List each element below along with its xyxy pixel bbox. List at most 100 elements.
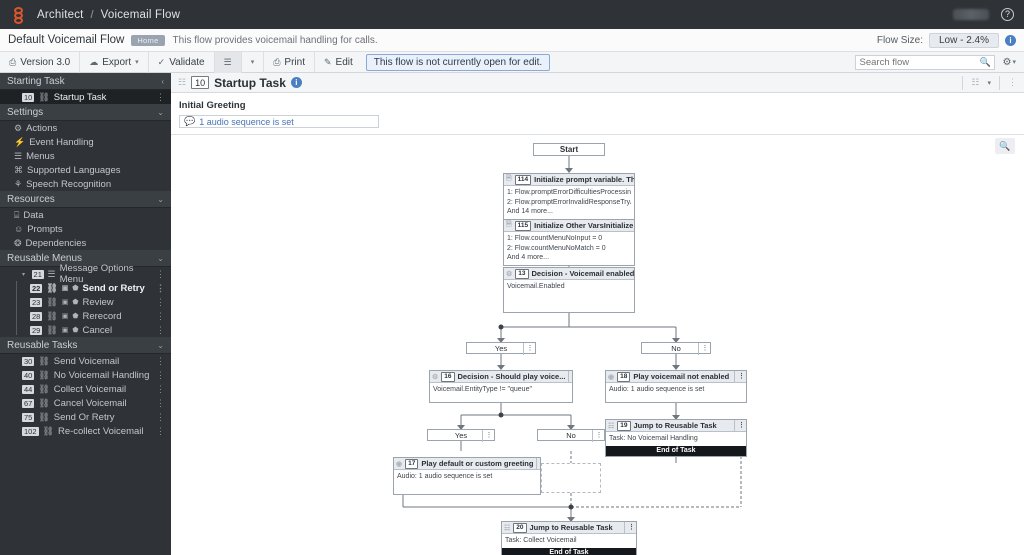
sidebar-item-speech-recognition[interactable]: ⚘ Speech Recognition [0,177,171,191]
sidebar-item-re-collect-voicemail[interactable]: 102 ⛓ Re-collect Voicemail ⋮ [0,424,171,438]
sidebar-item-cancel[interactable]: 29 ⛓ ▣ ⬟ Cancel ⋮ [0,323,171,337]
empty-branch-placeholder[interactable] [541,463,601,493]
flow-node-18[interactable]: ◉ 18 Play voicemail not enabled ⋮ Audio:… [605,370,747,403]
kebab-icon[interactable]: ⋮ [156,426,165,437]
sidebar-item-message-options-menu[interactable]: ▾ 21 ☰ Message Options Menu ⋮ [0,263,171,285]
sidebar-item-prompts[interactable]: ☺ Prompts [0,222,171,236]
sidebar-item-collect-voicemail[interactable]: 44 ⛓ Collect Voicemail ⋮ [0,382,171,396]
flow-node-13[interactable]: ⚙ 13 Decision - Voicemail enabled? ⋮ Voi… [503,267,635,313]
search-input[interactable] [859,56,980,68]
edit-lock-notice: This flow is not currently open for edit… [365,53,551,71]
kebab-icon[interactable]: ⋮ [592,430,604,442]
help-circle-icon[interactable]: ? [1001,8,1014,21]
branch-yes-16[interactable]: Yes ⋮ [427,429,495,442]
sidebar-item-menus[interactable]: ☰ Menus [0,149,171,163]
genesys-logo-icon[interactable] [10,6,28,24]
canvas-zoom-button[interactable]: 🔍 [995,138,1015,154]
start-node[interactable]: Start [533,143,605,156]
kebab-icon[interactable]: ⋮ [156,297,165,308]
list-view-dropdown[interactable]: ▾ [242,51,265,73]
kebab-icon[interactable]: ⋮ [698,343,710,355]
node-header[interactable]: ⚙ 13 Decision - Voicemail enabled? ⋮ [504,268,634,280]
sidebar-item-send-or-retry[interactable]: 75 ⛓ Send Or Retry ⋮ [0,410,171,424]
breadcrumb-page-name[interactable]: Voicemail Flow [101,9,181,21]
chevron-down-icon[interactable]: ⌄ [157,195,164,204]
flow-node-19[interactable]: ☷ 19 Jump to Reusable Task ⋮ Task: No Vo… [605,419,747,457]
flow-toolbar: ⎙ Version 3.0 ☁ Export ▾ ✓ Validate ☰ ▾ … [0,51,1024,73]
version-button[interactable]: ⎙ Version 3.0 [0,51,81,73]
kebab-icon[interactable]: ⋮ [156,92,165,103]
node-header[interactable]: 🗎 114 Initialize prompt variable. Th... … [504,174,634,186]
sidebar-item-rerecord[interactable]: 28 ⛓ ▣ ⬟ Rerecord ⋮ [0,309,171,323]
node-header[interactable]: ◉ 17 Play default or custom greeting ⋮ [394,458,540,470]
chevron-left-icon[interactable]: ‹ [161,77,164,86]
flow-canvas[interactable]: 🔍 Start 🗎 114 Initialize prompt variable… [171,135,1024,555]
validate-button[interactable]: ✓ Validate [149,51,215,73]
sidebar-item-review[interactable]: 23 ⛓ ▣ ⬟ Review ⋮ [0,295,171,309]
kebab-icon[interactable]: ⋮ [624,522,635,533]
kebab-icon[interactable]: ⋮ [156,398,165,409]
list-view-button[interactable]: ☰ [214,51,242,73]
sidebar-section-reusable-tasks[interactable]: Reusable Tasks ⌄ [0,337,171,354]
chevron-down-icon[interactable]: ⌄ [157,108,164,117]
chevron-down-icon[interactable]: ▾ [22,271,28,278]
info-icon[interactable]: i [290,77,302,88]
sidebar-item-send-voicemail[interactable]: 30 ⛓ Send Voicemail ⋮ [0,354,171,368]
toolbar-settings-button[interactable]: ⚙ ▾ [999,57,1020,68]
kebab-icon[interactable]: ⋮ [734,420,745,431]
kebab-icon[interactable]: ⋮ [734,371,745,382]
sidebar-item-dependencies[interactable]: ❂ Dependencies [0,236,171,250]
search-icon[interactable]: 🔍 [980,57,991,68]
kebab-icon[interactable]: ⋮ [536,458,540,469]
kebab-icon[interactable]: ⋮ [156,269,165,280]
kebab-icon[interactable]: ⋮ [156,412,165,423]
kebab-icon[interactable]: ⋮ [568,371,572,382]
sidebar-item-no-voicemail-handling[interactable]: 40 ⛓ No Voicemail Handling ⋮ [0,368,171,382]
kebab-icon[interactable]: ⋮ [156,311,165,322]
kebab-icon[interactable]: ⋮ [156,283,165,294]
account-name-redacted[interactable] [953,9,989,20]
chevron-down-icon[interactable]: ▾ [987,79,991,87]
dtmf-icon: ▣ [61,327,69,334]
sidebar-section-resources[interactable]: Resources ⌄ [0,191,171,208]
kebab-icon[interactable]: ⋮ [1008,77,1017,88]
node-header[interactable]: ⚙ 16 Decision - Should play voice... ⋮ [430,371,572,383]
kebab-icon[interactable]: ⋮ [523,343,535,355]
initial-greeting-field[interactable]: 💬 1 audio sequence is set [179,115,379,128]
sidebar-item-supported-languages[interactable]: ⌘ Supported Languages [0,163,171,177]
export-button[interactable]: ☁ Export ▾ [80,51,149,73]
sidebar-item-startup-task[interactable]: 10 ⛓ Startup Task ⋮ [0,90,171,104]
breadcrumb-app-name[interactable]: Architect [37,9,84,21]
sidebar-item-cancel-voicemail[interactable]: 67 ⛓ Cancel Voicemail ⋮ [0,396,171,410]
chevron-down-icon[interactable]: ⌄ [157,254,164,263]
flow-node-17[interactable]: ◉ 17 Play default or custom greeting ⋮ A… [393,457,541,495]
sidebar-item-actions[interactable]: ⚙ Actions [0,121,171,135]
sidebar-item-data[interactable]: ⌸ Data [0,208,171,222]
branch-yes-13[interactable]: Yes ⋮ [466,342,536,355]
edit-button[interactable]: ✎ Edit [315,52,362,73]
node-header[interactable]: ☷ 20 Jump to Reusable Task ⋮ [502,522,636,534]
print-button[interactable]: ⎙ Print [264,51,315,73]
info-icon[interactable]: i [1005,34,1016,46]
sidebar-item-event-handling[interactable]: ⚡ Event Handling [0,135,171,149]
flow-node-20[interactable]: ☷ 20 Jump to Reusable Task ⋮ Task: Colle… [501,521,637,555]
node-header[interactable]: 🗎 115 Initialize Other VarsInitialize ..… [504,220,634,232]
flow-node-16[interactable]: ⚙ 16 Decision - Should play voice... ⋮ V… [429,370,573,403]
kebab-icon[interactable]: ⋮ [482,430,494,442]
flow-node-114[interactable]: 🗎 114 Initialize prompt variable. Th... … [503,173,635,220]
node-header[interactable]: ☷ 19 Jump to Reusable Task ⋮ [606,420,746,432]
kebab-icon[interactable]: ⋮ [156,356,165,367]
kebab-icon[interactable]: ⋮ [156,384,165,395]
sidebar-section-settings[interactable]: Settings ⌄ [0,104,171,121]
branch-no-16[interactable]: No ⋮ [537,429,605,442]
flow-node-115[interactable]: 🗎 115 Initialize Other VarsInitialize ..… [503,219,635,266]
node-header[interactable]: ◉ 18 Play voicemail not enabled ⋮ [606,371,746,383]
sidebar-section-starting-task[interactable]: Starting Task ‹ [0,73,171,90]
chevron-down-icon[interactable]: ⌄ [157,341,164,350]
flow-description: This flow provides voicemail handling fo… [172,34,378,46]
branch-no-13[interactable]: No ⋮ [641,342,711,355]
search-flow-box[interactable]: 🔍 [854,54,995,70]
kebab-icon[interactable]: ⋮ [156,325,165,336]
auto-layout-icon[interactable]: ☷ [971,77,979,88]
kebab-icon[interactable]: ⋮ [156,370,165,381]
